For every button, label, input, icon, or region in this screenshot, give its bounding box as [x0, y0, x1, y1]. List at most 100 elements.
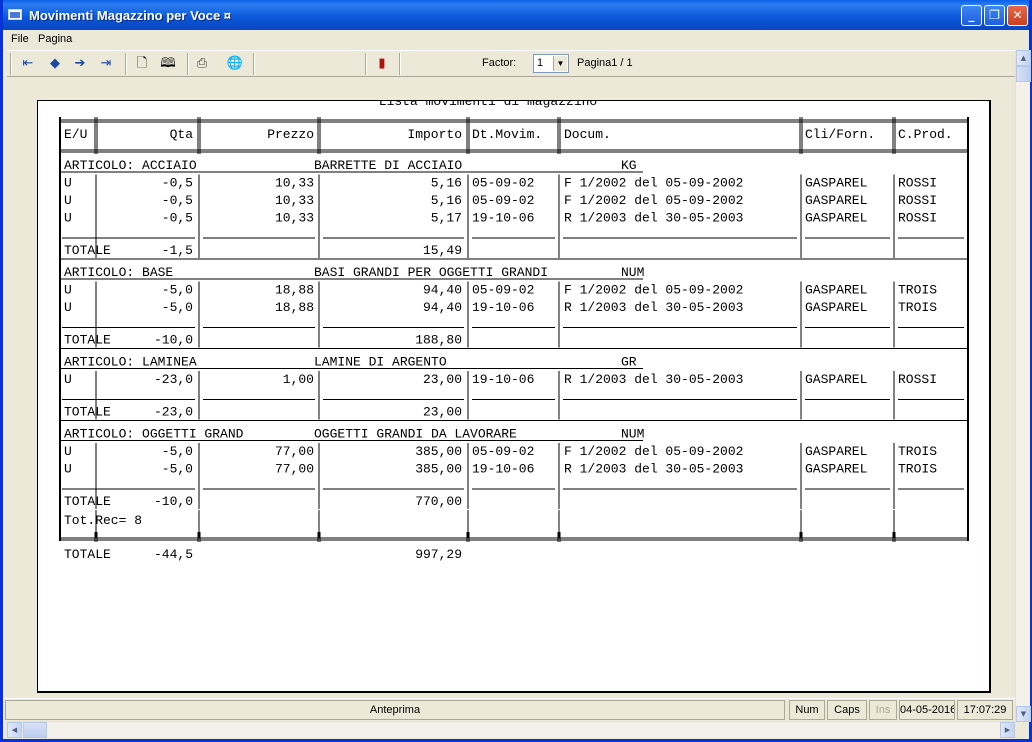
scroll-up-button[interactable]: ▲	[1016, 50, 1031, 66]
cell-dt-movim: 05-09-02	[472, 444, 534, 459]
scroll-right-button[interactable]: ▶	[1000, 722, 1015, 738]
app-window: Movimenti Magazzino per Voce ¤ _ ❐ ✕ Fil…	[0, 0, 1032, 742]
header-eu: E/U	[64, 127, 87, 142]
single-page-icon[interactable]: 🗋	[131, 54, 153, 74]
status-ins: Ins	[869, 700, 897, 720]
scroll-left-button[interactable]: ◀	[7, 722, 22, 738]
cell-prezzo: 10,33	[275, 193, 314, 208]
export-icon[interactable]: 🌐	[224, 54, 246, 74]
group-total-label: TOTALE	[64, 405, 111, 420]
app-window-icon[interactable]	[8, 9, 22, 20]
cell-importo: 23,00	[423, 372, 462, 387]
cell-c-prod: ROSSI	[898, 211, 937, 226]
cell-prezzo: 77,00	[275, 462, 314, 477]
restore-button[interactable]: ❐	[984, 5, 1005, 26]
group-total-qta: -10,0	[154, 333, 193, 348]
group-total-label: TOTALE	[64, 333, 111, 348]
cell-c-prod: TROIS	[898, 444, 937, 459]
chevron-down-icon[interactable]: ▼	[553, 56, 567, 71]
cell-cli-forn: GASPAREL	[805, 444, 867, 459]
cell-eu: U	[64, 283, 72, 298]
header-docum: Docum.	[564, 127, 611, 142]
scroll-down-button[interactable]: ▼	[1016, 706, 1031, 722]
print-preview-area[interactable]: Lista movimenti di magazzino E/U Qta Prezzo…	[7, 78, 1015, 697]
group-total-qta: -1,5	[162, 243, 193, 258]
menu-file[interactable]: File	[11, 33, 29, 45]
window-title: Movimenti Magazzino per Voce ¤	[29, 8, 232, 23]
two-pages-icon[interactable]: 🕮	[157, 54, 179, 74]
cell-docum: F 1/2002 del 05-09-2002	[564, 444, 743, 459]
cell-cli-forn: GASPAREL	[805, 176, 867, 191]
exit-door-icon[interactable]: ▮	[371, 54, 393, 74]
toolbar-grip	[10, 53, 12, 75]
grand-total-qta: -44,5	[154, 547, 193, 562]
horizontal-scrollbar[interactable]: ◀ ▶	[7, 721, 1015, 738]
vertical-scrollbar[interactable]: ▲ ▼	[1015, 50, 1031, 722]
cell-dt-movim: 05-09-02	[472, 193, 534, 208]
minimize-button[interactable]: _	[961, 5, 982, 26]
status-date: 04-05-2016	[899, 700, 955, 720]
factor-value: 1	[537, 57, 544, 69]
group-articolo: ARTICOLO: BASE	[64, 265, 173, 280]
menu-bar: File Pagina	[3, 30, 1029, 50]
group-total-importo: 15,49	[423, 243, 462, 258]
cell-docum: R 1/2003 del 30-05-2003	[564, 211, 743, 226]
cell-dt-movim: 19-10-06	[472, 211, 534, 226]
group-total-qta: -10,0	[154, 494, 193, 509]
cell-cli-forn: GASPAREL	[805, 193, 867, 208]
header-importo: Importo	[407, 127, 462, 142]
toolbar-separator	[399, 53, 401, 75]
cell-eu: U	[64, 462, 72, 477]
menu-pagina[interactable]: Pagina	[38, 33, 72, 45]
cell-importo: 94,40	[423, 283, 462, 298]
header-qta: Qta	[170, 127, 194, 142]
report-title: Lista movimenti di magazzino	[379, 101, 597, 109]
group-total-qta: -23,0	[154, 405, 193, 420]
cell-docum: F 1/2002 del 05-09-2002	[564, 283, 743, 298]
grand-total-label: TOTALE	[64, 547, 111, 562]
cell-qta: -5,0	[162, 300, 193, 315]
status-num: Num	[789, 700, 825, 720]
cell-prezzo: 10,33	[275, 176, 314, 191]
cell-prezzo: 18,88	[275, 300, 314, 315]
cell-docum: F 1/2002 del 05-09-2002	[564, 193, 743, 208]
header-c-prod: C.Prod.	[898, 127, 953, 142]
cell-qta: -5,0	[162, 283, 193, 298]
cell-c-prod: ROSSI	[898, 372, 937, 387]
cell-docum: F 1/2002 del 05-09-2002	[564, 176, 743, 191]
next-page-icon[interactable]: ➔	[69, 54, 91, 74]
cell-cli-forn: GASPAREL	[805, 300, 867, 315]
cell-docum: R 1/2003 del 30-05-2003	[564, 300, 743, 315]
toolbar-separator	[187, 53, 189, 75]
factor-label: Factor:	[482, 57, 517, 69]
cell-prezzo: 18,88	[275, 283, 314, 298]
grand-total-importo: 997,29	[415, 547, 462, 562]
cell-docum: R 1/2003 del 30-05-2003	[564, 462, 743, 477]
horizontal-scroll-thumb[interactable]	[23, 722, 47, 738]
group-total-importo: 188,80	[415, 333, 462, 348]
tot-rec: Tot.Rec= 8	[64, 513, 142, 528]
cell-c-prod: TROIS	[898, 462, 937, 477]
close-button[interactable]: ✕	[1007, 5, 1028, 26]
factor-select[interactable]: 1 ▼	[533, 54, 569, 73]
report-content: Lista movimenti di magazzino E/U Qta Prezzo…	[59, 101, 969, 562]
title-bar[interactable]: Movimenti Magazzino per Voce ¤ _ ❐ ✕	[3, 0, 1029, 30]
first-page-icon[interactable]: ⇤	[17, 54, 39, 74]
cell-qta: -0,5	[162, 193, 193, 208]
prev-page-icon[interactable]: ◆	[44, 54, 66, 74]
report-page: Lista movimenti di magazzino E/U Qta Prezzo…	[37, 100, 991, 693]
cell-eu: U	[64, 193, 72, 208]
toolbar-separator	[125, 53, 127, 75]
last-page-icon[interactable]: ⇥	[95, 54, 117, 74]
cell-c-prod: ROSSI	[898, 176, 937, 191]
vertical-scroll-thumb[interactable]	[1016, 66, 1031, 82]
print-icon[interactable]: ⎙	[191, 54, 213, 74]
group-total-importo: 770,00	[415, 494, 462, 509]
toolbar-separator	[365, 53, 367, 75]
cell-prezzo: 77,00	[275, 444, 314, 459]
header-dt-movim: Dt.Movim.	[472, 127, 542, 142]
cell-c-prod: TROIS	[898, 283, 937, 298]
cell-cli-forn: GASPAREL	[805, 372, 867, 387]
group-description: BARRETTE DI ACCIAIO	[314, 158, 462, 173]
cell-eu: U	[64, 300, 72, 315]
